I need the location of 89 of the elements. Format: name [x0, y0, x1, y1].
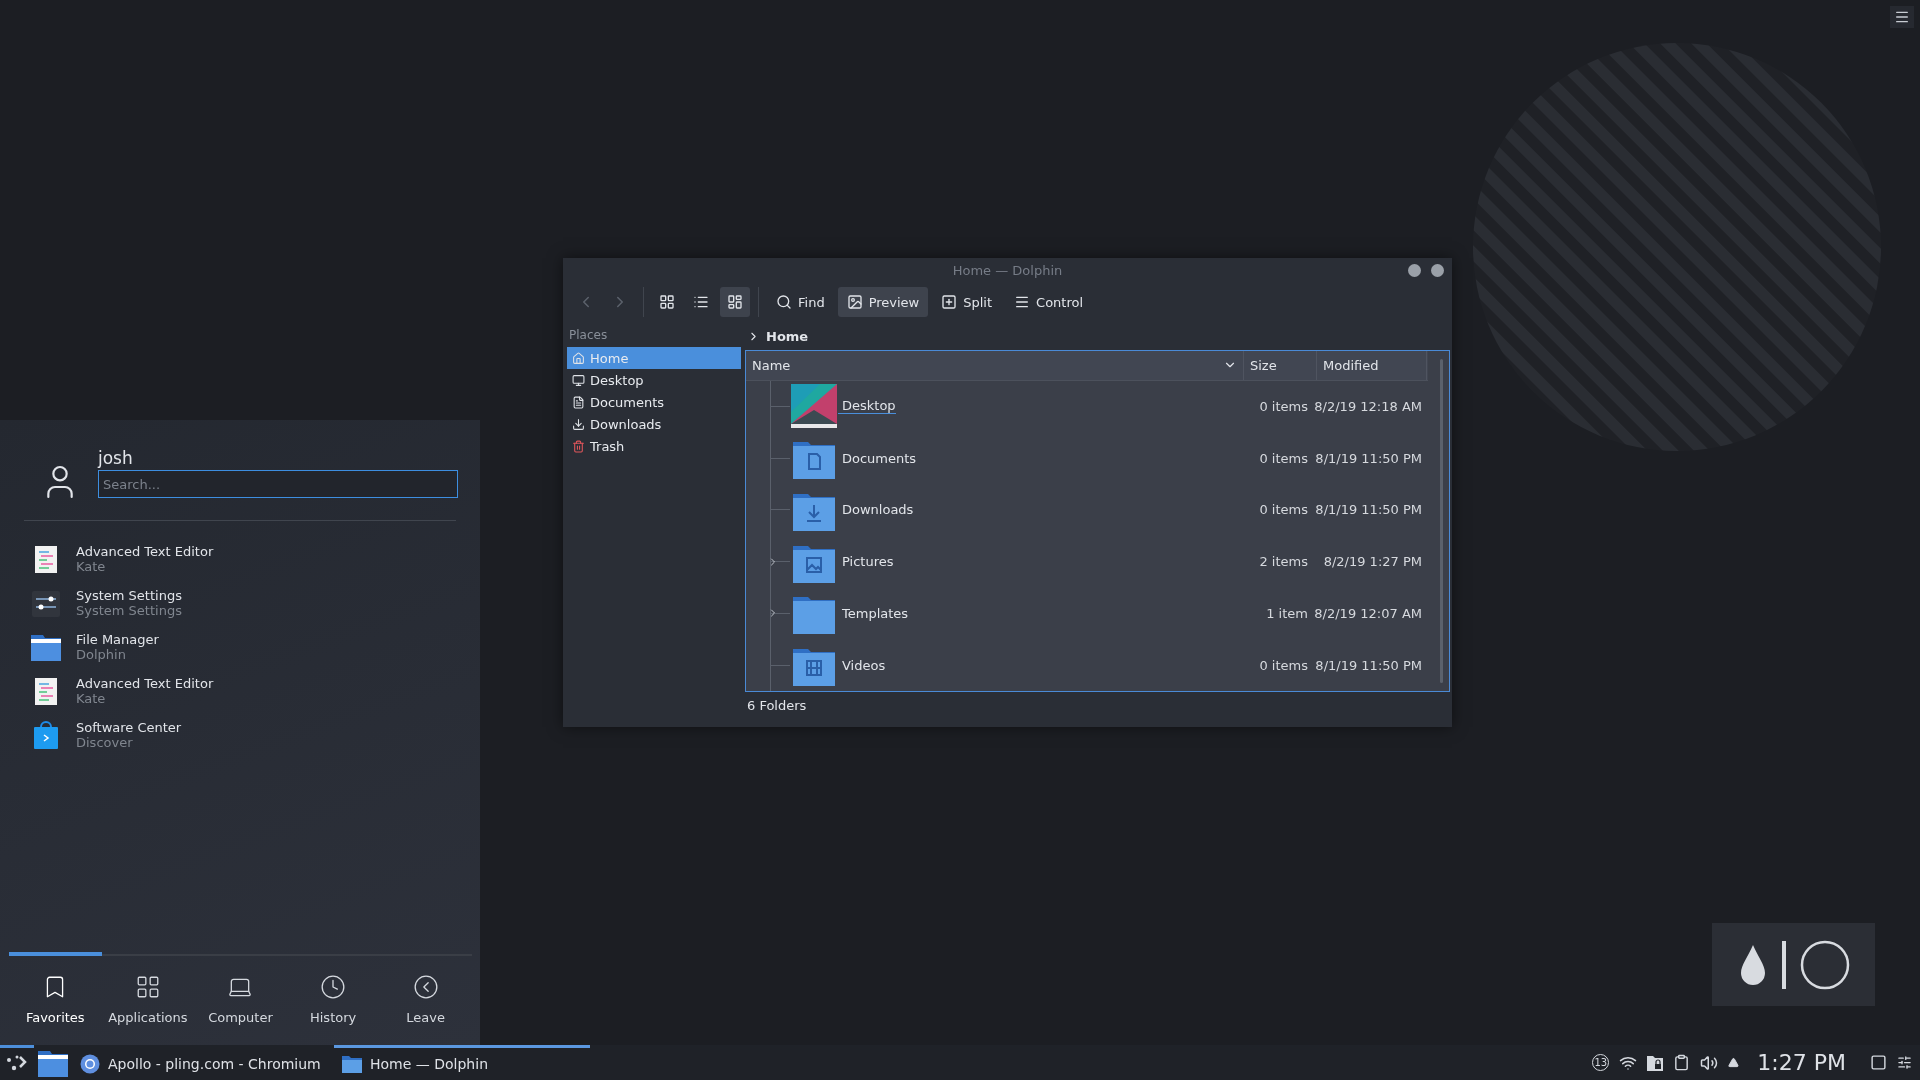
window-title: Home — Dolphin: [952, 262, 1063, 278]
status-text: 6 Folders: [746, 697, 808, 713]
app-name: File Manager: [76, 632, 159, 647]
vertical-bar-icon: [1781, 940, 1786, 989]
home-icon: [572, 351, 585, 365]
browser-icon: [80, 1054, 100, 1074]
file-size: 1 item: [1265, 605, 1308, 621]
places-item[interactable]: Desktop: [567, 369, 741, 391]
column-header[interactable]: Size: [1244, 351, 1317, 380]
file-modified: 8/1/19 11:50 PM: [1314, 657, 1423, 673]
file-modified: 8/2/19 12:07 AM: [1313, 605, 1423, 621]
close-button[interactable]: [1431, 264, 1444, 277]
clock[interactable]: 1:27 PM: [1757, 1050, 1846, 1075]
app-subtitle: System Settings: [76, 603, 182, 618]
desktop-thumbnail-icon: [790, 382, 838, 431]
menu-icon: [1894, 9, 1910, 25]
trash-icon: [572, 439, 585, 453]
favorite-item[interactable]: System Settings System Settings: [30, 583, 480, 623]
favorite-item[interactable]: Advanced Text Editor Kate: [30, 539, 480, 579]
menu-icon: [1014, 294, 1031, 310]
list-icon: [693, 294, 709, 310]
places-heading: Places: [568, 327, 609, 344]
minimize-button[interactable]: [1408, 264, 1421, 277]
file-size: 0 items: [1258, 450, 1308, 466]
toolbar-button[interactable]: Find: [767, 287, 834, 317]
favorite-item[interactable]: Software Center Discover: [30, 715, 480, 755]
launcher-tab[interactable]: History: [286, 974, 380, 1025]
task-button[interactable]: Home — Dolphin: [334, 1045, 590, 1080]
launcher-tab[interactable]: Favorites: [9, 974, 102, 1025]
file-name[interactable]: Videos: [838, 657, 886, 673]
expand-tray-icon[interactable]: [1728, 1057, 1740, 1068]
app-name: Advanced Text Editor: [76, 676, 214, 691]
download-icon: [572, 417, 585, 431]
file-modified: 8/1/19 11:50 PM: [1314, 502, 1423, 518]
launcher-tab[interactable]: Computer: [194, 974, 287, 1025]
folder-icon: [342, 1055, 362, 1073]
app-subtitle: Kate: [76, 559, 107, 574]
favorite-item[interactable]: File Manager Dolphin: [30, 627, 480, 667]
file-modified: 8/2/19 12:18 AM: [1313, 398, 1423, 414]
folder-lock-icon[interactable]: [1647, 1054, 1664, 1071]
file-name[interactable]: Desktop: [838, 398, 896, 415]
tiles-icon: [727, 294, 743, 310]
app-name: Advanced Text Editor: [76, 544, 214, 559]
volume-icon[interactable]: [1700, 1053, 1719, 1072]
file-modified: 8/1/19 11:50 PM: [1314, 450, 1423, 466]
show-desktop-icon[interactable]: [1870, 1054, 1887, 1071]
toolbar-button[interactable]: Preview: [837, 287, 929, 317]
file-name[interactable]: Pictures: [838, 554, 894, 570]
app-name: System Settings: [76, 588, 182, 603]
places-item[interactable]: Trash: [567, 435, 741, 457]
view-mode-button[interactable]: [720, 287, 750, 317]
file-size: 2 items: [1258, 554, 1308, 570]
search-field[interactable]: Search...: [98, 470, 458, 498]
plus-square-icon: [941, 294, 958, 310]
places-item[interactable]: Documents: [567, 391, 741, 413]
chevron-circle-icon: [412, 974, 439, 1000]
search-icon: [776, 294, 792, 310]
file-name[interactable]: Downloads: [838, 502, 914, 518]
file-modified: 8/2/19 1:27 PM: [1322, 554, 1423, 570]
column-header[interactable]: Modified: [1317, 351, 1427, 380]
toolbar-button[interactable]: Control: [1005, 287, 1093, 317]
clock-icon: [320, 974, 347, 1000]
file-size: 0 items: [1258, 398, 1308, 414]
file-name[interactable]: Documents: [838, 450, 917, 466]
launcher-tab[interactable]: Leave: [379, 974, 472, 1025]
clipboard-icon[interactable]: [1673, 1054, 1691, 1071]
document-icon: [572, 395, 585, 409]
scrollbar[interactable]: [1440, 359, 1443, 683]
app-subtitle: Kate: [76, 691, 107, 706]
favorite-item[interactable]: Advanced Text Editor Kate: [30, 671, 480, 711]
file-size: 0 items: [1258, 502, 1308, 518]
launcher-tab[interactable]: Applications: [101, 974, 195, 1025]
file-size: 0 items: [1258, 657, 1308, 673]
user-name: josh: [98, 448, 134, 468]
monitor-icon: [572, 373, 585, 387]
app-subtitle: Discover: [76, 735, 134, 750]
app-subtitle: Dolphin: [76, 647, 127, 662]
image-icon: [846, 294, 863, 310]
grid-icon: [659, 294, 675, 310]
menu-button[interactable]: [1890, 6, 1914, 28]
toolbar-button[interactable]: Split: [932, 287, 1002, 317]
file-name[interactable]: Templates: [838, 605, 909, 621]
breadcrumb-item[interactable]: Home: [766, 328, 809, 344]
panel-settings-icon[interactable]: [1897, 1055, 1912, 1070]
column-header[interactable]: Name: [746, 351, 1244, 380]
places-item[interactable]: Downloads: [567, 413, 741, 435]
app-name: Software Center: [76, 720, 182, 735]
task-button[interactable]: Apollo - pling.com - Chromium: [72, 1045, 334, 1080]
ring-icon: [1799, 939, 1850, 990]
